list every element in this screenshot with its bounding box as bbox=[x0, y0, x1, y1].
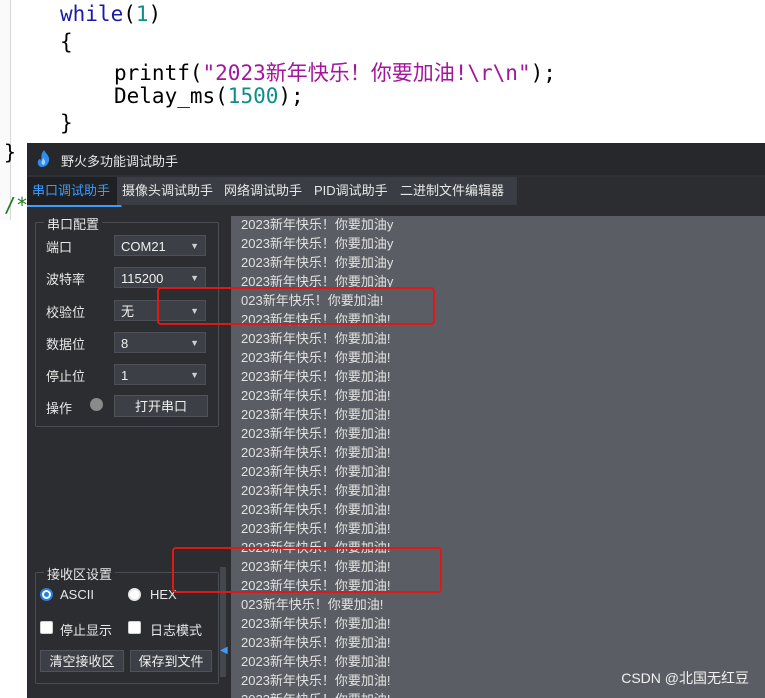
receive-line: 2023新年快乐！你要加油! bbox=[241, 689, 391, 698]
tab-bar: 串口调试助手 摄像头调试助手 网络调试助手 PID调试助手 二进制文件编辑器 bbox=[27, 177, 765, 207]
code-line-delay: Delay_ms(1500); bbox=[114, 84, 304, 108]
receive-line: 2023新年快乐！你要加油! bbox=[241, 635, 391, 650]
highlight-box-bottom bbox=[172, 547, 442, 593]
port-status-led bbox=[90, 398, 103, 411]
receive-line: 2023新年快乐！你要加油! bbox=[241, 331, 391, 346]
receive-line: 2023新年快乐！你要加油! bbox=[241, 350, 391, 365]
open-port-button[interactable]: 打开串口 bbox=[114, 395, 208, 417]
tab-camera-assistant[interactable]: 摄像头调试助手 bbox=[117, 177, 224, 205]
tab-serial-assistant[interactable]: 串口调试助手 bbox=[27, 177, 122, 207]
code-outer-brace: } bbox=[4, 140, 17, 164]
while-paren-close: ) bbox=[148, 2, 162, 26]
printf-call: printf( bbox=[114, 61, 203, 85]
save-to-file-button[interactable]: 保存到文件 bbox=[130, 650, 212, 672]
code-line-close-brace: } bbox=[60, 111, 73, 135]
receive-line: 2023新年快乐！你要加油! bbox=[241, 521, 391, 536]
receive-line: 2023新年快乐！你要加油! bbox=[241, 616, 391, 631]
title-bar: 野火多功能调试助手 bbox=[27, 143, 765, 175]
printf-string: "2023新年快乐！你要加油!\r\n" bbox=[202, 61, 531, 85]
tab-binary-editor[interactable]: 二进制文件编辑器 bbox=[395, 177, 518, 205]
receive-line: 2023新年快乐！你要加油! bbox=[241, 654, 391, 669]
main-panel: 串口配置 端口 COM21 ▼ 波特率 115200 ▼ 校验位 无 ▼ 数据位 8 ▼… bbox=[27, 207, 765, 698]
delay-number: 1500 bbox=[227, 84, 279, 108]
stopbits-select[interactable]: 1 ▼ bbox=[114, 364, 206, 385]
receive-line: 2023新年快乐！你要加油y bbox=[241, 255, 394, 270]
baud-select[interactable]: 115200 ▼ bbox=[114, 267, 206, 288]
baud-value: 115200 bbox=[121, 271, 164, 286]
window-title: 野火多功能调试助手 bbox=[61, 154, 179, 169]
clear-receive-button[interactable]: 清空接收区 bbox=[40, 650, 124, 672]
while-keyword: while bbox=[60, 2, 124, 26]
databits-label: 数据位 bbox=[46, 337, 86, 352]
receive-settings-title: 接收区设置 bbox=[44, 564, 116, 583]
stop-display-checkbox[interactable] bbox=[40, 621, 53, 634]
collapse-left-icon[interactable]: ◀ bbox=[220, 645, 228, 656]
serial-config-title: 串口配置 bbox=[44, 214, 103, 233]
stopbits-label: 停止位 bbox=[46, 369, 86, 384]
tab-network-assistant[interactable]: 网络调试助手 bbox=[219, 177, 314, 205]
receive-line: 2023新年快乐！你要加油! bbox=[241, 407, 391, 422]
code-line-printf: printf("2023新年快乐！你要加油!\r\n"); bbox=[114, 57, 556, 87]
databits-select[interactable]: 8 ▼ bbox=[114, 332, 206, 353]
operation-label: 操作 bbox=[46, 401, 73, 416]
stopbits-value: 1 bbox=[121, 368, 129, 383]
receive-line: 2023新年快乐！你要加油! bbox=[241, 369, 391, 384]
ascii-radio[interactable] bbox=[40, 588, 53, 601]
serial-assistant-window: 野火多功能调试助手 串口调试助手 摄像头调试助手 网络调试助手 PID调试助手 … bbox=[27, 143, 765, 698]
tab-pid-assistant[interactable]: PID调试助手 bbox=[309, 177, 400, 205]
receive-line: 2023新年快乐！你要加油y bbox=[241, 217, 394, 232]
receive-line: 2023新年快乐！你要加油! bbox=[241, 483, 391, 498]
delay-end: ); bbox=[278, 84, 304, 108]
receive-line: 2023新年快乐！你要加油! bbox=[241, 502, 391, 517]
parity-value: 无 bbox=[121, 304, 135, 319]
delay-call: Delay_ms( bbox=[114, 84, 228, 108]
receive-line: 2023新年快乐！你要加油! bbox=[241, 673, 391, 688]
flame-logo-icon bbox=[37, 150, 50, 167]
receive-line: 023新年快乐！你要加油! bbox=[241, 597, 384, 612]
receive-line: 2023新年快乐！你要加油y bbox=[241, 236, 394, 251]
hex-radio[interactable] bbox=[128, 588, 141, 601]
stop-display-label: 停止显示 bbox=[60, 623, 113, 638]
chevron-down-icon: ▼ bbox=[190, 241, 199, 251]
csdn-watermark: CSDN @北国无红豆 bbox=[621, 670, 749, 686]
printf-end: ); bbox=[530, 61, 556, 85]
ascii-label: ASCII bbox=[60, 587, 94, 602]
chevron-down-icon: ▼ bbox=[190, 338, 199, 348]
log-mode-label: 日志模式 bbox=[150, 623, 203, 638]
log-mode-checkbox[interactable] bbox=[128, 621, 141, 634]
databits-value: 8 bbox=[121, 336, 129, 351]
while-number: 1 bbox=[135, 2, 149, 26]
editor-gutter-border bbox=[0, 0, 11, 220]
port-select[interactable]: COM21 ▼ bbox=[114, 235, 206, 256]
receive-line: 2023新年快乐！你要加油! bbox=[241, 426, 391, 441]
code-line-open-brace: { bbox=[60, 30, 73, 54]
code-line-while: while(1) bbox=[60, 2, 161, 26]
receive-line: 2023新年快乐！你要加油! bbox=[241, 464, 391, 479]
code-editor: while(1) { printf("2023新年快乐！你要加油!\r\n");… bbox=[0, 0, 765, 220]
chevron-down-icon: ▼ bbox=[190, 273, 199, 283]
parity-label: 校验位 bbox=[46, 305, 86, 320]
baud-label: 波特率 bbox=[46, 272, 86, 287]
while-paren-open: ( bbox=[123, 2, 136, 26]
receive-line: 2023新年快乐！你要加油! bbox=[241, 445, 391, 460]
port-value: COM21 bbox=[121, 239, 166, 254]
chevron-down-icon: ▼ bbox=[190, 370, 199, 380]
receive-line: 2023新年快乐！你要加油! bbox=[241, 388, 391, 403]
port-label: 端口 bbox=[46, 240, 73, 255]
code-comment-start: /* bbox=[4, 193, 29, 217]
highlight-box-top bbox=[157, 287, 435, 325]
